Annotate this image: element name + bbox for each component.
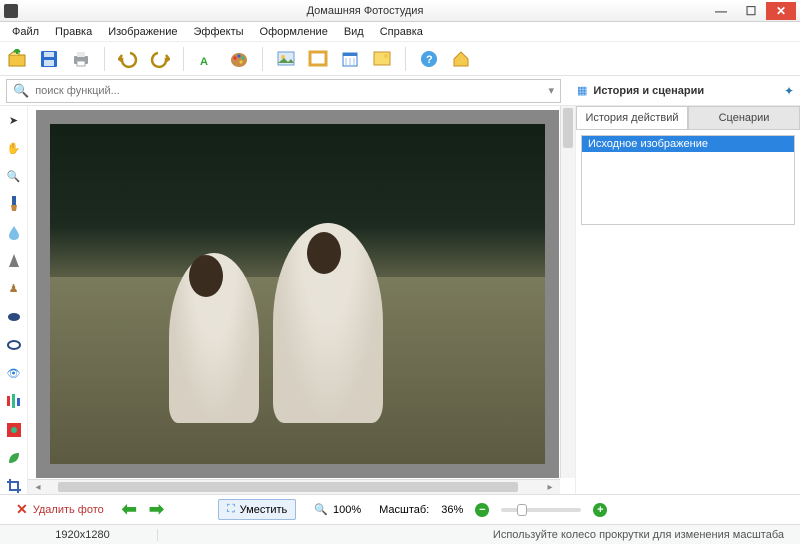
svg-text:?: ? [426,54,433,66]
window-title: Домашняя Фотостудия [24,5,706,17]
next-button[interactable]: ➡ [149,499,164,520]
clone-tool-icon[interactable]: ♟ [5,281,23,297]
vertical-scrollbar[interactable] [560,106,575,478]
brush-tool-icon[interactable] [5,196,23,212]
delete-label: Удалить фото [33,504,104,516]
search-input[interactable] [35,85,542,97]
history-item[interactable]: Исходное изображение [582,136,794,152]
blur-tool-icon[interactable] [5,225,23,241]
print-icon[interactable] [70,48,92,70]
collapse-icon[interactable]: ✦ [784,84,794,98]
main-toolbar: A ? [0,42,800,76]
pointer-tool-icon[interactable]: ➤ [5,112,23,128]
titlebar: Домашняя Фотостудия — ☐ ✕ [0,0,800,22]
zoom-100-button[interactable]: 🔍 100% [308,500,367,519]
dropdown-arrow-icon[interactable]: ▾ [548,84,554,97]
crop-tool-icon[interactable] [5,478,23,494]
delete-photo-button[interactable]: ✕ Удалить фото [10,498,110,521]
canvas-area: ◂ ▸ [28,106,576,494]
maximize-button[interactable]: ☐ [736,2,766,20]
frame-icon[interactable] [307,48,329,70]
horizontal-scrollbar[interactable]: ◂ ▸ [28,479,560,494]
hand-tool-icon[interactable]: ✋ [5,140,23,156]
search-box[interactable]: 🔍 ▾ [6,79,561,103]
tab-scenarios[interactable]: Сценарии [688,106,800,129]
status-bar: 1920x1280 Используйте колесо прокрутки д… [0,524,800,544]
menu-file[interactable]: Файл [6,24,45,40]
postcard-icon[interactable] [371,48,393,70]
menu-design[interactable]: Оформление [254,24,334,40]
history-panel-header: ▦ История и сценарии ✦ [567,84,794,98]
help-icon[interactable]: ? [418,48,440,70]
tab-history[interactable]: История действий [576,106,688,129]
fit-button[interactable]: ⛶ Уместить [218,499,296,520]
menu-help[interactable]: Справка [374,24,429,40]
palette-icon[interactable] [228,48,250,70]
levels-tool-icon[interactable] [5,393,23,409]
fit-label: Уместить [240,504,288,516]
canvas-viewport[interactable]: ◂ ▸ [28,106,576,494]
history-panel: История действий Сценарии Исходное изобр… [576,106,800,494]
sharpen-tool-icon[interactable] [5,253,23,269]
menu-edit[interactable]: Правка [49,24,98,40]
app-icon [4,4,18,18]
zoom-slider[interactable] [501,508,581,512]
svg-text:A: A [200,56,208,68]
undo-icon[interactable] [117,48,139,70]
status-hint: Используйте колесо прокрутки для изменен… [158,529,792,541]
fit-icon: ⛶ [227,503,235,516]
canvas-frame [36,110,559,478]
menu-effects[interactable]: Эффекты [188,24,250,40]
text-icon[interactable]: A [196,48,218,70]
scale-label: Масштаб: [379,504,429,516]
leaf-tool-icon[interactable] [5,450,23,466]
history-icon: ▦ [577,84,587,97]
search-icon: 🔍 [13,83,29,99]
photo-content[interactable] [50,124,545,464]
minimize-button[interactable]: — [706,2,736,20]
menu-view[interactable]: Вид [338,24,370,40]
save-icon[interactable] [38,48,60,70]
lighten-tool-icon[interactable] [5,337,23,353]
zoom-100-icon: 🔍 [314,503,328,516]
menubar: Файл Правка Изображение Эффекты Оформлен… [0,22,800,42]
eye-tool-icon[interactable]: 👁 [5,365,23,381]
zoom-out-button[interactable]: − [475,503,489,517]
left-toolbox: ➤ ✋ 🔍 ♟ 👁 [0,106,28,494]
menu-image[interactable]: Изображение [102,24,183,40]
delete-icon: ✕ [16,501,28,518]
close-button[interactable]: ✕ [766,2,796,20]
bottom-toolbar: ✕ Удалить фото ⬅ ➡ ⛶ Уместить 🔍 100% Мас… [0,494,800,524]
effects-tool-icon[interactable] [5,422,23,438]
zoom-100-label: 100% [333,504,361,516]
history-panel-title: История и сценарии [593,85,704,97]
picture-icon[interactable] [275,48,297,70]
open-icon[interactable] [6,48,28,70]
zoom-in-button[interactable]: + [593,503,607,517]
home-icon[interactable] [450,48,472,70]
redo-icon[interactable] [149,48,171,70]
history-list: Исходное изображение [581,135,795,225]
calendar-icon[interactable] [339,48,361,70]
status-dimensions: 1920x1280 [8,529,158,541]
prev-button[interactable]: ⬅ [122,499,137,520]
scale-value: 36% [441,504,463,516]
zoom-tool-icon[interactable]: 🔍 [5,168,23,184]
darken-tool-icon[interactable] [5,309,23,325]
